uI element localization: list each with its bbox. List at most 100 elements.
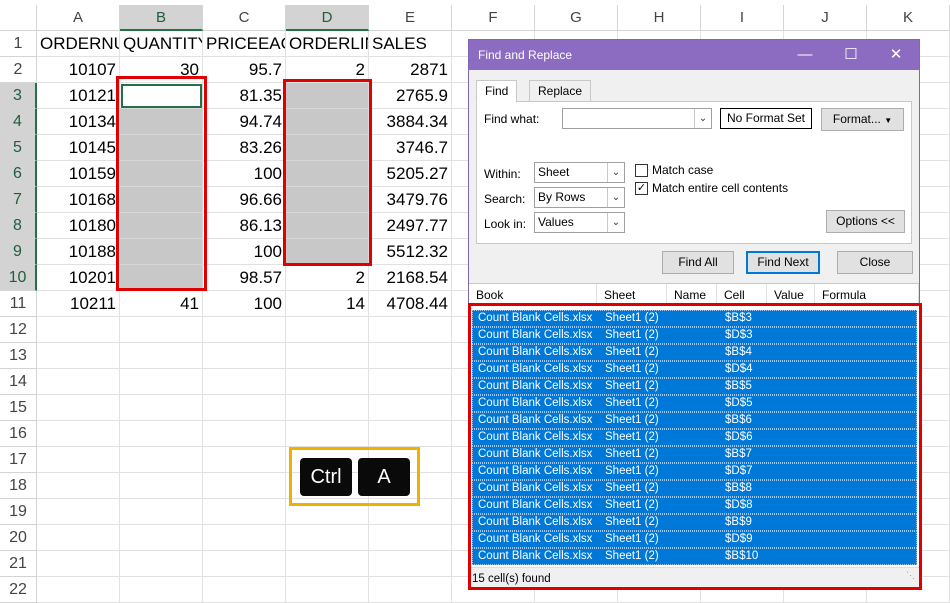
cell-b14[interactable] [120, 369, 203, 395]
cell-header-b[interactable]: QUANTITY [120, 31, 203, 57]
cell-b8[interactable] [120, 213, 203, 239]
find-next-button[interactable]: Find Next [746, 251, 820, 274]
result-row[interactable]: Count Blank Cells.xlsx Sheet1 (2) $B$6 [472, 412, 917, 429]
cell-c10[interactable]: 98.57 [203, 265, 286, 291]
cell-e10[interactable]: 2168.54 [369, 265, 452, 291]
match-case-checkbox[interactable] [635, 164, 648, 177]
row-header-19[interactable]: 19 [0, 499, 37, 525]
cell-e7[interactable]: 3479.76 [369, 187, 452, 213]
cell-b21[interactable] [120, 551, 203, 577]
cell-b15[interactable] [120, 395, 203, 421]
cell-e22[interactable] [369, 577, 452, 603]
cell-a17[interactable] [37, 447, 120, 473]
col-header-formula[interactable]: Formula [815, 284, 919, 306]
row-header-17[interactable]: 17 [0, 447, 37, 473]
result-row[interactable]: Count Blank Cells.xlsx Sheet1 (2) $B$5 [472, 378, 917, 395]
cell-a6[interactable]: 10159 [37, 161, 120, 187]
cell-d11[interactable]: 14 [286, 291, 369, 317]
cell-a16[interactable] [37, 421, 120, 447]
dialog-titlebar[interactable]: Find and Replace — ☐ ✕ [469, 40, 919, 70]
cell-c16[interactable] [203, 421, 286, 447]
cell-d8[interactable] [286, 213, 369, 239]
cell-e6[interactable]: 5205.27 [369, 161, 452, 187]
column-header-e[interactable]: E [369, 5, 452, 31]
column-header-h[interactable]: H [618, 5, 701, 31]
row-header-10[interactable]: 10 [0, 265, 37, 291]
cell-a9[interactable]: 10188 [37, 239, 120, 265]
cell-d15[interactable] [286, 395, 369, 421]
chevron-down-icon[interactable]: ⌄ [694, 109, 711, 128]
cell-a21[interactable] [37, 551, 120, 577]
row-header-3[interactable]: 3 [0, 83, 37, 109]
cell-e9[interactable]: 5512.32 [369, 239, 452, 265]
cell-a22[interactable] [37, 577, 120, 603]
cell-d4[interactable] [286, 109, 369, 135]
cell-a13[interactable] [37, 343, 120, 369]
row-header-7[interactable]: 7 [0, 187, 37, 213]
cell-a18[interactable] [37, 473, 120, 499]
chevron-down-icon[interactable]: ⌄ [607, 213, 624, 232]
cell-b12[interactable] [120, 317, 203, 343]
row-header-22[interactable]: 22 [0, 577, 37, 603]
column-header-j[interactable]: J [784, 5, 867, 31]
row-header-6[interactable]: 6 [0, 161, 37, 187]
find-all-button[interactable]: Find All [662, 251, 734, 274]
cell-d6[interactable] [286, 161, 369, 187]
col-header-value[interactable]: Value [767, 284, 815, 306]
cell-b3[interactable] [120, 83, 203, 109]
row-header-21[interactable]: 21 [0, 551, 37, 577]
cell-c19[interactable] [203, 499, 286, 525]
cell-c21[interactable] [203, 551, 286, 577]
result-row[interactable]: Count Blank Cells.xlsx Sheet1 (2) $B$8 [472, 480, 917, 497]
cell-b9[interactable] [120, 239, 203, 265]
row-header-20[interactable]: 20 [0, 525, 37, 551]
row-header-9[interactable]: 9 [0, 239, 37, 265]
within-select[interactable]: Sheet ⌄ [534, 162, 625, 183]
cell-e4[interactable]: 3884.34 [369, 109, 452, 135]
cell-a11[interactable]: 10211 [37, 291, 120, 317]
cell-a2[interactable]: 10107 [37, 57, 120, 83]
resize-grip-icon[interactable]: ⋱ [906, 564, 915, 586]
options-button[interactable]: Options << [826, 210, 905, 233]
cell-b7[interactable] [120, 187, 203, 213]
cell-a7[interactable]: 10168 [37, 187, 120, 213]
column-header-c[interactable]: C [203, 5, 286, 31]
cell-e14[interactable] [369, 369, 452, 395]
cell-a20[interactable] [37, 525, 120, 551]
result-row[interactable]: Count Blank Cells.xlsx Sheet1 (2) $D$9 [472, 531, 917, 548]
cell-d10[interactable]: 2 [286, 265, 369, 291]
cell-b20[interactable] [120, 525, 203, 551]
cell-c7[interactable]: 96.66 [203, 187, 286, 213]
cell-header-d[interactable]: ORDERLINE [286, 31, 369, 57]
cell-d16[interactable] [286, 421, 369, 447]
col-header-sheet[interactable]: Sheet [597, 284, 667, 306]
cell-b6[interactable] [120, 161, 203, 187]
cell-b18[interactable] [120, 473, 203, 499]
cell-c20[interactable] [203, 525, 286, 551]
cell-d2[interactable]: 2 [286, 57, 369, 83]
row-header-2[interactable]: 2 [0, 57, 37, 83]
cell-e11[interactable]: 4708.44 [369, 291, 452, 317]
col-header-name[interactable]: Name [667, 284, 717, 306]
close-button[interactable]: Close [837, 251, 913, 274]
cell-d13[interactable] [286, 343, 369, 369]
cell-c17[interactable] [203, 447, 286, 473]
tab-replace[interactable]: Replace [529, 80, 592, 102]
cell-d22[interactable] [286, 577, 369, 603]
match-entire-checkbox[interactable]: ✓ [635, 182, 648, 195]
cell-a12[interactable] [37, 317, 120, 343]
result-row[interactable]: Count Blank Cells.xlsx Sheet1 (2) $D$4 [472, 361, 917, 378]
cell-b10[interactable] [120, 265, 203, 291]
search-select[interactable]: By Rows ⌄ [534, 187, 625, 208]
col-header-cell[interactable]: Cell [717, 284, 767, 306]
cell-a15[interactable] [37, 395, 120, 421]
row-header-4[interactable]: 4 [0, 109, 37, 135]
cell-d20[interactable] [286, 525, 369, 551]
column-header-i[interactable]: I [701, 5, 784, 31]
result-row[interactable]: Count Blank Cells.xlsx Sheet1 (2) $B$10 [472, 548, 917, 565]
cell-d3[interactable] [286, 83, 369, 109]
cell-a10[interactable]: 10201 [37, 265, 120, 291]
find-what-input[interactable]: ⌄ [562, 108, 712, 129]
cell-c9[interactable]: 100 [203, 239, 286, 265]
cell-c8[interactable]: 86.13 [203, 213, 286, 239]
